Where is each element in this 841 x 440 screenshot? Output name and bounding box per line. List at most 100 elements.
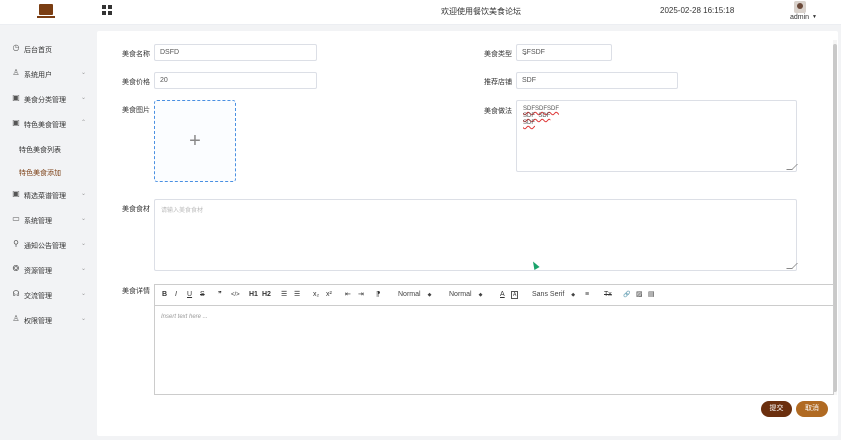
chevron-down-icon: ⌄ [81,291,87,297]
text-direction-button[interactable]: ⁋ [376,291,380,299]
sidebar-item-system[interactable]: ▭ 系统管理 ⌄ [0,211,97,229]
recommended-shop-label: 推荐店铺 [484,79,512,86]
editor-toolbar: B I U S ❞ </> H1 H2 ☰ ☰ x₂ x² ⇤ ⇥ ⁋ Norm… [154,284,834,306]
background-color-button[interactable]: A [511,291,519,299]
outdent-button[interactable]: ⇤ [345,291,351,299]
food-price-value: 20 [160,77,168,84]
clock-icon: ◷ [12,43,20,52]
food-type-label: 美食类型 [484,51,512,58]
ordered-list-button[interactable]: ☰ [281,291,287,299]
chevron-up-icon: ⌃ [81,120,87,126]
sidebar-item-label: 通知公告管理 [24,243,66,250]
image-upload-box[interactable]: + [154,100,236,182]
sidebar-item-label: 系统管理 [24,218,52,225]
sidebar-item-label: 精选菜谱管理 [24,193,66,200]
food-method-label: 美食做法 [484,108,512,115]
search-icon: ⚲ [13,239,19,248]
clean-format-button[interactable]: Tx [604,291,612,299]
monitor-logo-icon [37,4,55,18]
sidebar-item-label: 美食分类管理 [24,97,66,104]
food-price-input[interactable]: 20 [154,72,317,89]
headset-icon: ☊ [12,289,20,298]
folder-icon: ▣ [12,189,20,198]
datetime-display: 2025-02-28 16:15:18 [660,6,735,15]
chevron-updown-icon: ◆ [571,292,576,298]
sidebar-item-label: 交流管理 [24,293,52,300]
sidebar-subitem-label: 特色美食列表 [19,147,61,154]
chevron-updown-icon: ◆ [478,292,483,298]
header-picker[interactable]: Normal ◆ [449,291,482,298]
rich-text-editor[interactable]: Insert text here ... [154,306,834,395]
folder-icon: ▣ [12,118,20,127]
font-family-picker[interactable]: Sans Serif ◆ [532,291,575,298]
sidebar-item-dashboard[interactable]: ◷ 后台首页 [0,40,97,58]
grid-icon[interactable] [102,5,112,15]
blockquote-button[interactable]: ❞ [218,291,222,299]
sidebar-item-announcements[interactable]: ⚲ 通知公告管理 ⌄ [0,236,97,254]
food-image-label: 美食图片 [122,107,150,114]
food-type-select[interactable]: SFSDF ⌄ [516,44,612,61]
superscript-button[interactable]: x² [326,291,332,299]
food-price-label: 美食价格 [122,79,150,86]
bold-button[interactable]: B [162,291,167,299]
sidebar-item-system-users[interactable]: ♙ 系统用户 ⌄ [0,65,97,83]
chevron-down-icon: ⌄ [81,316,87,322]
sidebar-item-communication[interactable]: ☊ 交流管理 ⌄ [0,286,97,304]
code-block-button[interactable]: </> [231,291,240,299]
strike-button[interactable]: S [200,291,205,299]
sidebar-item-label: 权限管理 [24,318,52,325]
editor-placeholder: Insert text here ... [161,314,208,320]
food-name-input[interactable]: DSFD [154,44,317,61]
heading1-button[interactable]: H1 [249,291,258,299]
font-size-picker[interactable]: Normal ◆ [398,291,431,298]
sidebar-item-recipes[interactable]: ▣ 精选菜谱管理 ⌄ [0,186,97,204]
cancel-button[interactable]: 取消 [796,401,828,417]
site-title: 欢迎使用餐饮美食论坛 [441,7,521,16]
user-icon: ♙ [12,314,20,323]
chevron-down-icon: ⌄ [81,191,87,197]
sidebar-subitem-featured-add[interactable]: 特色美食添加 [0,163,97,181]
avatar[interactable] [794,1,806,13]
resize-handle-icon[interactable] [786,263,798,269]
user-name[interactable]: admin [790,14,809,21]
sidebar-item-featured-food[interactable]: ▣ 特色美食管理 ⌃ [0,115,97,133]
italic-button[interactable]: I [175,291,177,299]
food-method-textarea[interactable]: SDFSDFSDF SDF SDF SDF [516,100,798,172]
user-icon: ♙ [12,68,20,77]
folder-icon: ▭ [12,214,20,223]
chevron-down-icon: ⌄ [81,216,87,222]
folder-icon: ▣ [12,93,20,102]
food-name-value: DSFD [160,49,180,56]
chevron-down-icon: ⌄ [81,266,87,272]
recommended-shop-input[interactable]: SDF [516,72,678,89]
video-button[interactable]: ▤ [648,291,655,299]
food-ingredients-placeholder: 请输入美食食材 [161,208,204,214]
chevron-down-icon: ⌄ [81,70,87,76]
sidebar-subitem-label: 特色美食添加 [19,170,61,177]
resize-handle-icon[interactable] [786,164,798,170]
submit-button[interactable]: 提交 [761,401,792,417]
image-button[interactable]: ▨ [636,291,643,299]
chevron-down-icon[interactable]: ▼ [812,14,817,20]
food-name-label: 美食名称 [122,51,150,58]
sidebar-item-label: 后台首页 [24,47,52,54]
sidebar-item-label: 系统用户 [24,72,52,79]
food-ingredients-textarea[interactable]: 请输入美食食材 [154,199,798,271]
chevron-updown-icon: ◆ [427,292,432,298]
subscript-button[interactable]: x₂ [313,291,319,299]
chevron-down-icon: ⌄ [81,95,87,101]
chevron-down-icon: ⌄ [522,50,528,57]
sidebar-item-permissions[interactable]: ♙ 权限管理 ⌄ [0,311,97,329]
align-button[interactable]: ≡ [585,291,589,299]
sidebar-item-food-category[interactable]: ▣ 美食分类管理 ⌄ [0,90,97,108]
heading2-button[interactable]: H2 [262,291,271,299]
indent-button[interactable]: ⇥ [358,291,364,299]
sidebar-subitem-featured-list[interactable]: 特色美食列表 [0,140,97,158]
underline-button[interactable]: U [187,291,192,299]
text-color-button[interactable]: A [500,291,505,299]
bullet-list-button[interactable]: ☰ [294,291,300,299]
food-ingredients-label: 美食食材 [122,206,150,213]
sidebar-item-resources[interactable]: ❂ 资源管理 ⌄ [0,261,97,279]
link-button[interactable]: 🔗 [623,291,630,299]
sidebar: ◷ 后台首页 ♙ 系统用户 ⌄ ▣ 美食分类管理 ⌄ ▣ 特色美食管理 ⌃ 特色… [0,25,97,440]
